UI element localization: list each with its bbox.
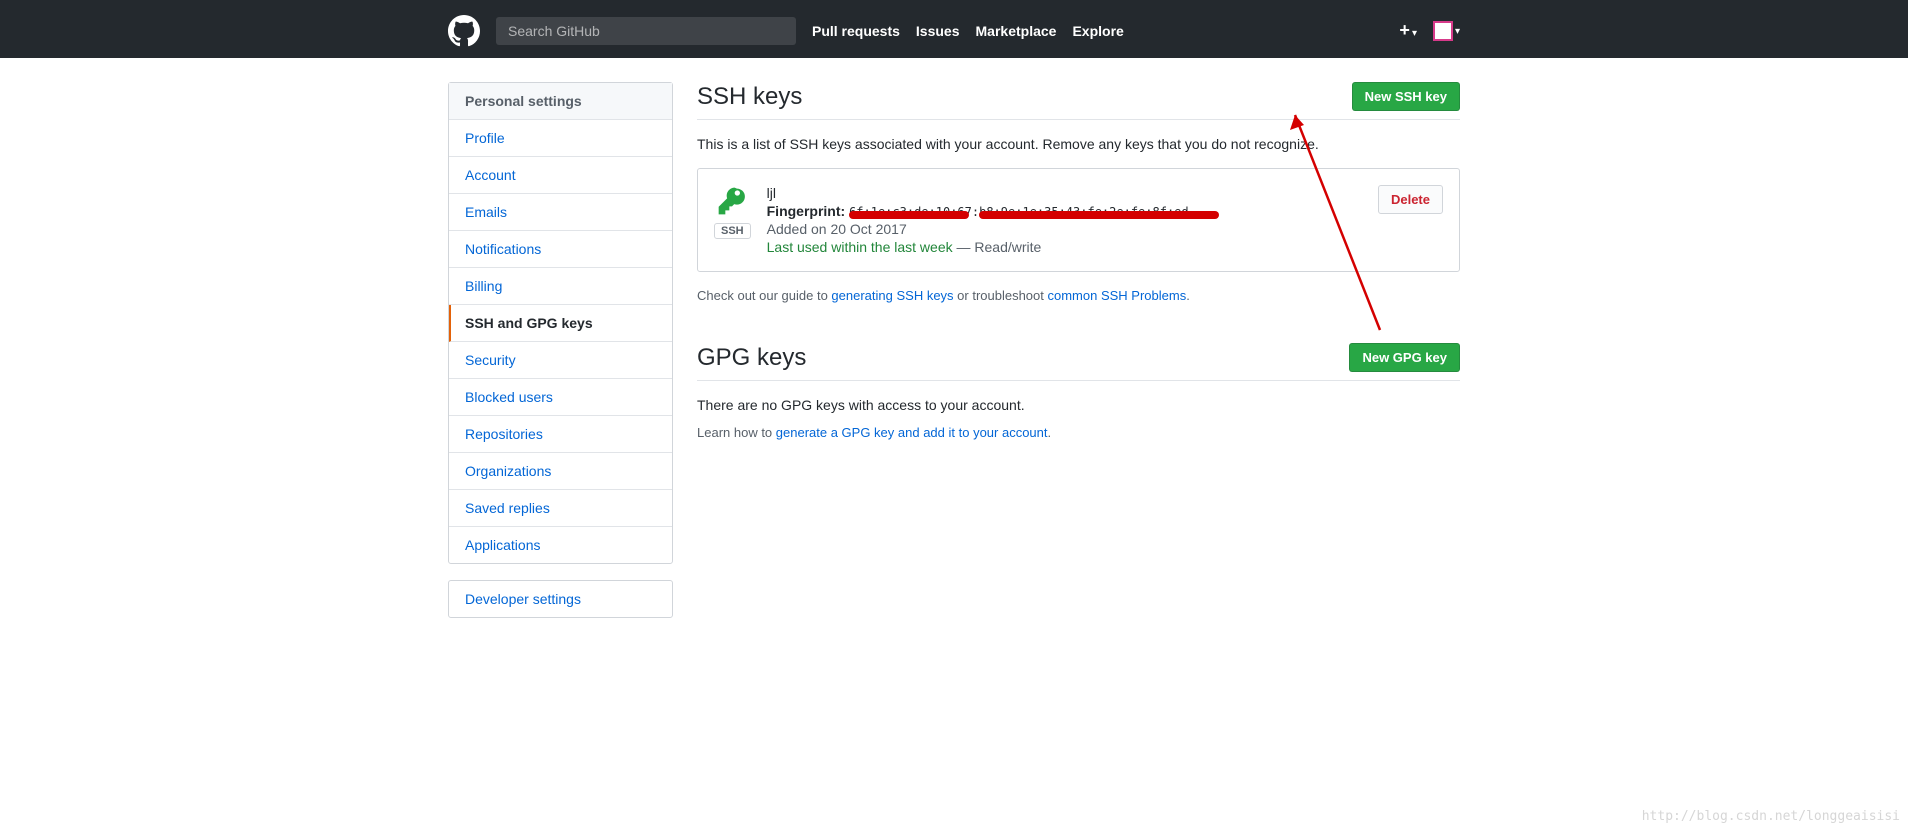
ssh-guide-text: Check out our guide to generating SSH ke…	[697, 288, 1460, 303]
generating-ssh-keys-link[interactable]: generating SSH keys	[831, 288, 953, 303]
secondary-menu: Developer settings	[448, 580, 673, 618]
sidebar-item-security[interactable]: Security	[449, 342, 672, 379]
personal-settings-menu: Personal settings Profile Account Emails…	[448, 82, 673, 564]
avatar	[1433, 21, 1453, 41]
watermark: http://blog.csdn.net/longgeaisisi	[1642, 809, 1900, 824]
new-menu[interactable]: +▾	[1399, 20, 1417, 41]
redaction-mark	[849, 211, 969, 219]
caret-down-icon: ▾	[1455, 26, 1460, 37]
generate-gpg-key-link[interactable]: generate a GPG key and add it to your ac…	[776, 425, 1048, 440]
search-input[interactable]	[496, 17, 796, 45]
nav-marketplace[interactable]: Marketplace	[976, 23, 1057, 39]
delete-key-button[interactable]: Delete	[1378, 185, 1443, 214]
menu-heading: Personal settings	[449, 83, 672, 120]
key-fingerprint: Fingerprint: 6f:1e:c3:de:10:67:b8:9e:1e:…	[767, 203, 1378, 219]
ssh-description: This is a list of SSH keys associated wi…	[697, 136, 1460, 152]
sidebar-item-repositories[interactable]: Repositories	[449, 416, 672, 453]
sidebar-item-organizations[interactable]: Organizations	[449, 453, 672, 490]
sidebar-item-notifications[interactable]: Notifications	[449, 231, 672, 268]
sidebar-item-emails[interactable]: Emails	[449, 194, 672, 231]
user-menu[interactable]: ▾	[1433, 21, 1460, 41]
new-ssh-key-button[interactable]: New SSH key	[1352, 82, 1460, 111]
sidebar-item-saved-replies[interactable]: Saved replies	[449, 490, 672, 527]
caret-down-icon: ▾	[1412, 28, 1417, 39]
github-logo-icon[interactable]	[448, 15, 480, 47]
key-icon	[716, 185, 748, 217]
key-title: ljl	[767, 185, 1378, 201]
gpg-learn-text: Learn how to generate a GPG key and add …	[697, 425, 1460, 440]
plus-icon: +	[1399, 20, 1410, 40]
common-ssh-problems-link[interactable]: common SSH Problems	[1048, 288, 1187, 303]
nav-pull-requests[interactable]: Pull requests	[812, 23, 900, 39]
nav-issues[interactable]: Issues	[916, 23, 960, 39]
sidebar-item-developer-settings[interactable]: Developer settings	[449, 581, 672, 617]
new-gpg-key-button[interactable]: New GPG key	[1349, 343, 1460, 372]
nav-explore[interactable]: Explore	[1072, 23, 1123, 39]
sidebar-item-ssh-gpg[interactable]: SSH and GPG keys	[449, 305, 672, 342]
sidebar-item-account[interactable]: Account	[449, 157, 672, 194]
sidebar-item-billing[interactable]: Billing	[449, 268, 672, 305]
gpg-heading: GPG keys	[697, 344, 1349, 372]
ssh-key-item: SSH ljl Fingerprint: 6f:1e:c3:de:10:67:b…	[697, 168, 1460, 272]
header: Pull requests Issues Marketplace Explore…	[0, 3, 1908, 58]
sidebar-item-blocked-users[interactable]: Blocked users	[449, 379, 672, 416]
key-added-date: Added on 20 Oct 2017	[767, 221, 1378, 237]
ssh-heading: SSH keys	[697, 83, 1352, 111]
redaction-mark	[979, 211, 1219, 219]
sidebar-item-applications[interactable]: Applications	[449, 527, 672, 563]
key-last-used: Last used within the last week — Read/wr…	[767, 239, 1378, 255]
sidebar-item-profile[interactable]: Profile	[449, 120, 672, 157]
gpg-empty-text: There are no GPG keys with access to you…	[697, 397, 1460, 413]
ssh-badge: SSH	[714, 223, 751, 239]
